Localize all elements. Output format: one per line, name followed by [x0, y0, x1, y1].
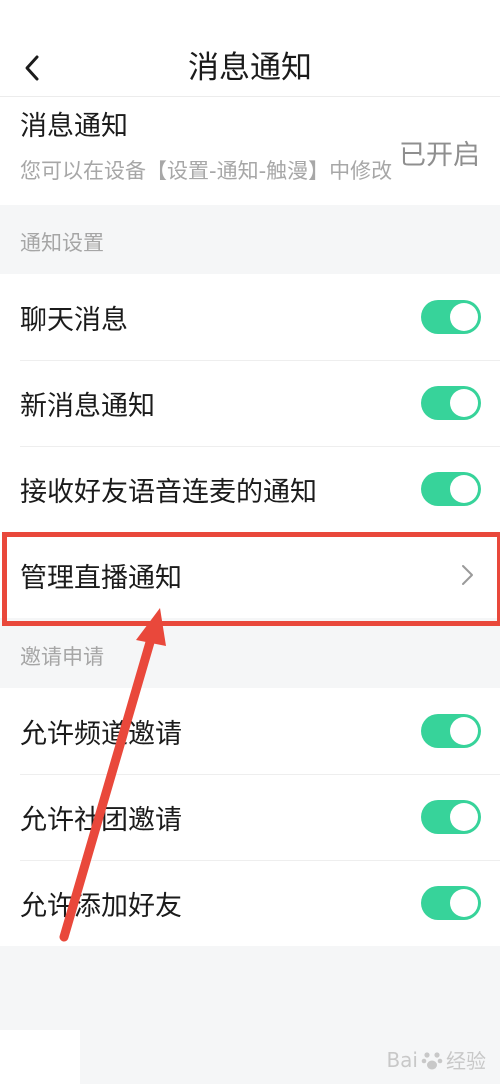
watermark-text-right: 经验: [446, 1049, 486, 1073]
notice-subtitle: 您可以在设备【设置-通知-触漫】中修改: [20, 159, 393, 183]
setting-label: 管理直播通知: [20, 562, 182, 594]
chat-toggle[interactable]: [421, 300, 481, 334]
setting-row-add-friend[interactable]: 允许添加好友: [0, 860, 500, 946]
setting-row-voice-link[interactable]: 接收好友语音连麦的通知: [0, 446, 500, 532]
setting-row-live-notify[interactable]: 管理直播通知: [0, 532, 500, 618]
new-message-toggle[interactable]: [421, 386, 481, 420]
header-bar: 消息通知: [0, 0, 500, 97]
toggle-knob: [450, 717, 478, 745]
notice-title: 消息通知: [20, 111, 128, 142]
setting-row-chat[interactable]: 聊天消息: [0, 274, 500, 360]
toggle-knob: [450, 475, 478, 503]
watermark: Bai 经验: [386, 1045, 486, 1074]
setting-label: 允许添加好友: [20, 890, 182, 922]
toggle-knob: [450, 389, 478, 417]
section-label-invites: 邀请申请: [20, 645, 104, 669]
setting-label: 聊天消息: [20, 304, 128, 336]
notice-status: 已开启: [399, 140, 480, 171]
chevron-right-icon: [462, 565, 473, 585]
invites-group: 允许频道邀请 允许社团邀请 允许添加好友: [0, 688, 500, 946]
setting-label: 新消息通知: [20, 390, 155, 422]
paw-logo-icon: [421, 1051, 443, 1069]
toggle-knob: [450, 803, 478, 831]
setting-row-channel-invite[interactable]: 允许频道邀请: [0, 688, 500, 774]
toggle-knob: [450, 889, 478, 917]
section-label-notify: 通知设置: [20, 231, 104, 255]
voice-link-toggle[interactable]: [421, 472, 481, 506]
setting-label: 允许社团邀请: [20, 804, 182, 836]
page-title: 消息通知: [188, 50, 312, 86]
setting-row-club-invite[interactable]: 允许社团邀请: [0, 774, 500, 860]
club-invite-toggle[interactable]: [421, 800, 481, 834]
setting-label: 接收好友语音连麦的通知: [20, 476, 317, 508]
setting-row-new-message[interactable]: 新消息通知: [0, 360, 500, 446]
channel-invite-toggle[interactable]: [421, 714, 481, 748]
add-friend-toggle[interactable]: [421, 886, 481, 920]
watermark-text-left: Bai: [386, 1047, 418, 1072]
notify-settings-group: 聊天消息 新消息通知 接收好友语音连麦的通知 管理直播通知: [0, 274, 500, 618]
setting-label: 允许频道邀请: [20, 718, 182, 750]
bottom-strip: [0, 1030, 80, 1084]
toggle-knob: [450, 303, 478, 331]
